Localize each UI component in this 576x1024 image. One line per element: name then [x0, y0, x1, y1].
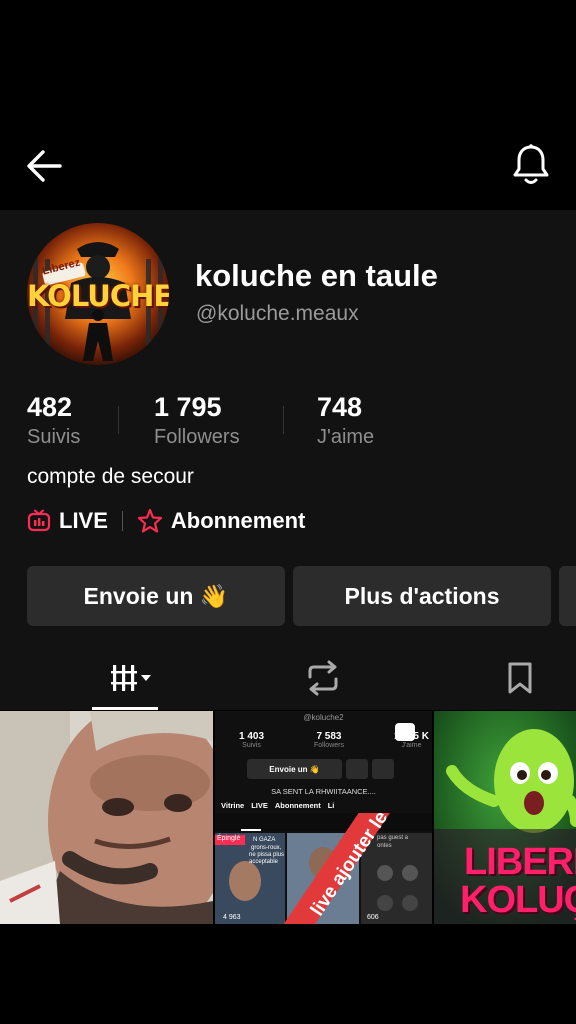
thumb-title-line: LIBERE	[464, 841, 576, 883]
bottom-area	[0, 924, 576, 1024]
thumb-view-count: 606	[367, 914, 379, 921]
top-bar	[0, 0, 576, 210]
thumb-view-count: 4 963	[223, 914, 241, 921]
thumb-small-text: ontes	[377, 843, 392, 849]
thumb-pinned-label: Épinglé	[217, 835, 241, 842]
stat-following-value: 482	[27, 392, 73, 422]
thumb-stat-label: Suivis	[242, 742, 261, 749]
avatar-main-word: KOLUCHE	[27, 279, 169, 313]
profile-handle: @koluche.meaux	[196, 302, 359, 325]
thumb-send-button: Envoie un 👋	[247, 759, 342, 779]
tab-favorites[interactable]	[502, 660, 538, 696]
more-actions-button[interactable]: Plus d'actions	[293, 566, 551, 626]
video-thumbnail-image	[0, 711, 213, 924]
video-thumbnail[interactable]	[0, 711, 213, 924]
thumb-stat-label: J'aime	[401, 742, 422, 749]
grid-icon	[111, 665, 137, 691]
live-link[interactable]: LIVE	[59, 508, 108, 534]
subscription-link[interactable]: Abonnement	[171, 508, 305, 534]
arrow-left-icon	[27, 150, 62, 182]
repost-icon	[308, 660, 338, 696]
video-grid: @koluche2 1 403Suivis 7 583Followers 132…	[0, 711, 576, 924]
links-divider	[121, 511, 123, 531]
thumb-link: Vitrine	[221, 801, 245, 810]
stat-following-label: Suivis	[27, 426, 81, 448]
stat-followers[interactable]: 1 795 Followers	[154, 392, 240, 449]
stat-likes-label: J'aime	[317, 426, 375, 448]
thumb-friend-button	[346, 759, 368, 779]
profile-name: koluche en taule	[195, 258, 438, 293]
thumb-small-text: acceptable	[249, 859, 279, 865]
thumb-link: LIVE	[251, 801, 268, 810]
thumb-more-button	[372, 759, 394, 779]
thumb-stat-label: Followers	[314, 742, 344, 749]
tab-active-indicator	[92, 707, 158, 710]
stat-followers-label: Followers	[154, 426, 240, 448]
stat-divider	[118, 406, 119, 434]
profile-section: Liberez KOLUCHE koluche en taule @koluch…	[0, 210, 576, 710]
tab-reposts[interactable]	[302, 660, 344, 696]
add-friend-button[interactable]	[559, 566, 576, 626]
notification-bell-button[interactable]	[510, 142, 552, 188]
thumb-link: Abonnement	[274, 801, 321, 810]
avatar[interactable]: Liberez KOLUCHE	[27, 223, 169, 365]
video-thumbnail[interactable]: LIBERE KOLUÇ	[434, 711, 576, 924]
content-tabs	[0, 646, 576, 710]
stat-followers-value: 1 795	[154, 392, 222, 422]
thumb-stat-value: 1 403	[239, 731, 265, 742]
subscription-star-icon	[137, 508, 163, 533]
thumb-small-text: N GAZA	[253, 837, 276, 843]
stat-following[interactable]: 482 Suivis	[27, 392, 80, 449]
thumb-small-text: ne pissa plus	[249, 852, 285, 858]
thumb-handle: @koluche2	[303, 713, 344, 722]
profile-links-row: LIVE Abonnement	[27, 506, 305, 536]
live-tv-icon	[27, 509, 51, 532]
bookmark-icon	[508, 662, 532, 694]
bell-icon	[513, 144, 549, 184]
send-wave-button[interactable]: Envoie un 👋	[27, 566, 285, 626]
thumb-stat-value: 7 583	[316, 731, 342, 742]
profile-bio: compte de secour	[27, 465, 194, 488]
thumb-badge	[395, 723, 415, 741]
stat-likes[interactable]: 748 J'aime	[317, 392, 374, 449]
video-thumbnail[interactable]: @koluche2 1 403Suivis 7 583Followers 132…	[215, 711, 432, 924]
tab-videos[interactable]	[102, 660, 162, 696]
stat-divider	[283, 406, 284, 434]
thumb-small-text: grons-roux,	[251, 845, 282, 851]
thumb-link: Li	[327, 801, 335, 810]
caret-down-icon	[141, 675, 151, 681]
stat-likes-value: 748	[317, 392, 363, 422]
back-button[interactable]	[24, 145, 66, 187]
thumb-title-line: KOLUÇ	[460, 879, 576, 921]
